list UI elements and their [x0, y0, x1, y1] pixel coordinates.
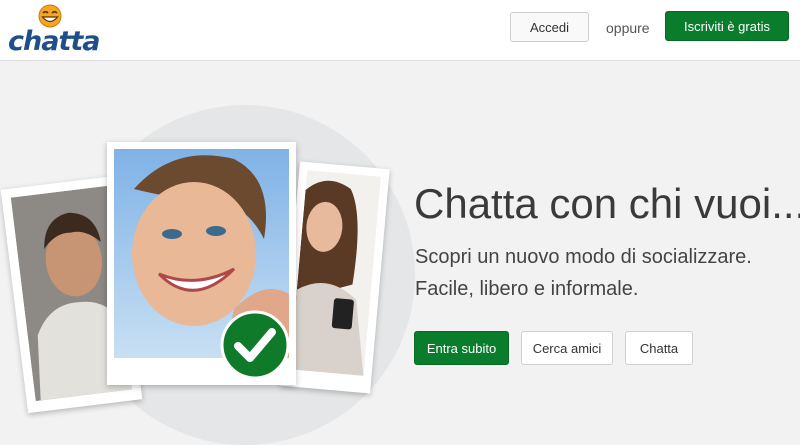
photo-smiling-woman — [107, 142, 296, 385]
checkmark-icon — [220, 310, 290, 380]
hero-subline-1: Scopri un nuovo modo di socializzare. — [415, 246, 752, 268]
logo-wordmark: chatta — [8, 26, 100, 57]
enter-now-button[interactable]: Entra subito — [414, 331, 509, 365]
woman-phone-photo-image — [289, 170, 381, 376]
chat-button[interactable]: Chatta — [625, 331, 693, 365]
site-logo[interactable]: chatta — [8, 4, 100, 57]
top-header: chatta Accedi oppure Iscriviti è gratis — [0, 0, 800, 61]
signup-button[interactable]: Iscriviti è gratis — [665, 11, 789, 41]
login-button[interactable]: Accedi — [510, 12, 589, 42]
or-separator-text: oppure — [606, 20, 650, 36]
hero-headline: Chatta con chi vuoi... — [414, 180, 800, 227]
hero-subline-2: Facile, libero e informale. — [415, 278, 639, 300]
laughing-face-icon — [38, 4, 62, 28]
find-friends-button[interactable]: Cerca amici — [521, 331, 613, 365]
